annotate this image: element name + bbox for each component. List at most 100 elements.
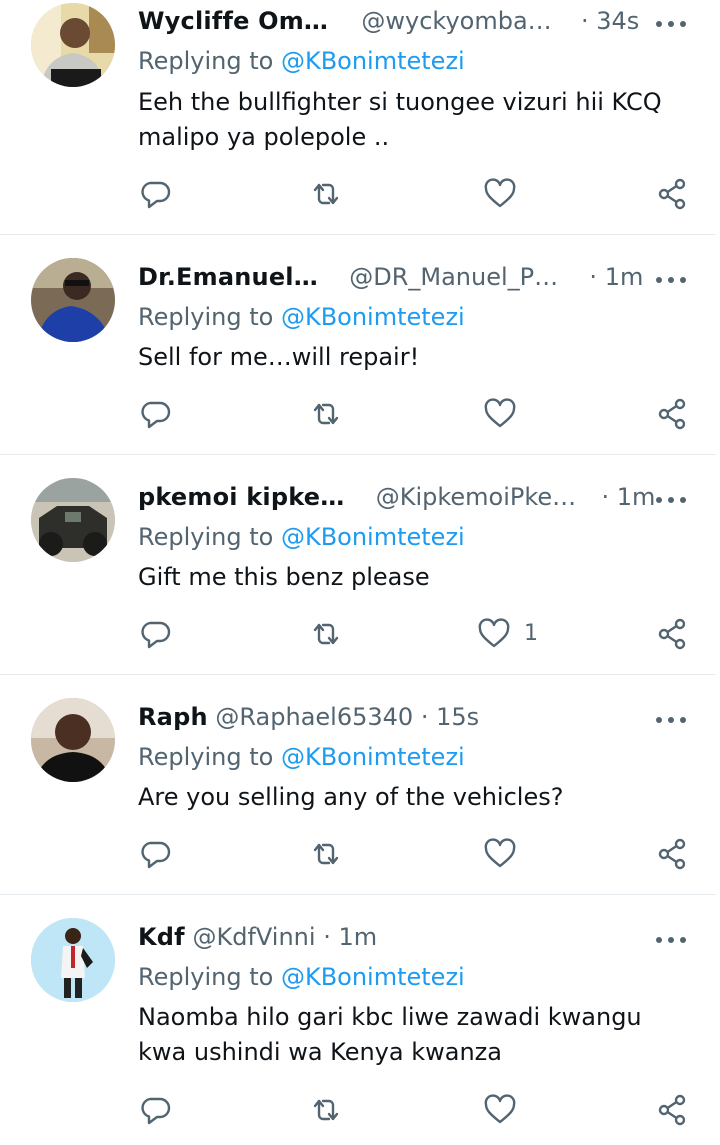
tweet-actions: 1 (0, 614, 720, 654)
heart-icon (478, 618, 510, 648)
retweet-button[interactable] (306, 834, 346, 874)
tweet-header: pkemoi kipke… @KipkemoiPke… · 1m (138, 481, 655, 513)
reply-button[interactable] (135, 614, 175, 654)
retweet-button[interactable] (306, 1090, 346, 1130)
replying-label: Replying to (138, 47, 274, 75)
avatar-image (31, 478, 115, 562)
avatar[interactable] (31, 478, 115, 562)
tweet-actions (0, 1090, 720, 1130)
timestamp[interactable]: 1m (605, 263, 644, 291)
avatar-image (31, 3, 115, 87)
tweet-text-line: Naomba hilo gari kbc liwe zawadi kwangu (138, 1003, 642, 1031)
mention-link[interactable]: @KBonimtetezi (281, 523, 465, 551)
share-icon (658, 838, 686, 870)
display-name[interactable]: Raph (138, 703, 208, 731)
tweet-text-line: Eeh the bullfighter si tuongee vizuri hi… (138, 88, 662, 116)
display-name[interactable]: Kdf (138, 923, 185, 951)
share-button[interactable] (652, 614, 692, 654)
heart-icon (484, 178, 516, 208)
like-button[interactable] (474, 614, 514, 654)
share-icon (658, 398, 686, 430)
more-options-icon[interactable] (654, 15, 688, 27)
replying-to: Replying to @KBonimtetezi (138, 741, 465, 773)
mention-link[interactable]: @KBonimtetezi (281, 743, 465, 771)
retweet-icon (313, 623, 339, 645)
avatar[interactable] (31, 3, 115, 87)
retweet-button[interactable] (306, 174, 346, 214)
tweet-actions (0, 394, 720, 434)
divider (0, 674, 716, 675)
like-button[interactable] (480, 174, 520, 214)
like-button[interactable] (480, 394, 520, 434)
user-handle[interactable]: @wyckyomba… (361, 7, 551, 35)
reply-button[interactable] (135, 1090, 175, 1130)
more-options-icon[interactable] (654, 491, 688, 503)
separator-dot: · (580, 7, 589, 35)
heart-icon (484, 838, 516, 868)
tweet-header: Raph @Raphael65340 · 15s (138, 701, 479, 733)
like-count: 1 (524, 621, 538, 646)
replying-label: Replying to (138, 743, 274, 771)
tweet-actions (0, 834, 720, 874)
tweet-text: Are you selling any of the vehicles? (138, 780, 698, 815)
tweet-text-line: kwa ushindi wa Kenya kwanza (138, 1038, 502, 1066)
retweet-icon (313, 843, 339, 865)
separator-dot: · (601, 483, 610, 511)
reply-icon (141, 401, 171, 429)
user-handle[interactable]: @Raphael65340 (215, 703, 413, 731)
timestamp[interactable]: 34s (596, 7, 639, 35)
like-button[interactable] (480, 1090, 520, 1130)
avatar[interactable] (31, 918, 115, 1002)
share-button[interactable] (652, 834, 692, 874)
reply-icon (141, 1097, 171, 1125)
divider (0, 894, 716, 895)
tweet-text-line: Are you selling any of the vehicles? (138, 783, 564, 811)
mention-link[interactable]: @KBonimtetezi (281, 303, 465, 331)
user-handle[interactable]: @KdfVinni (192, 923, 315, 951)
user-handle[interactable]: @DR_Manuel_P… (349, 263, 558, 291)
separator-dot: · (589, 263, 598, 291)
replying-to: Replying to @KBonimtetezi (138, 521, 465, 553)
tweet-text-line: Gift me this benz please (138, 563, 430, 591)
reply-icon (141, 621, 171, 649)
reply-button[interactable] (135, 834, 175, 874)
user-handle[interactable]: @KipkemoiPke… (376, 483, 576, 511)
share-button[interactable] (652, 174, 692, 214)
tweet-header: Kdf @KdfVinni · 1m (138, 921, 377, 953)
display-name[interactable]: Wycliffe Om… (138, 7, 328, 35)
tweet-text-line: malipo ya polepole .. (138, 123, 390, 151)
reply-button[interactable] (135, 174, 175, 214)
tweet-header: Dr.Emanuel… @DR_Manuel_P… · 1m (138, 261, 643, 293)
share-button[interactable] (652, 394, 692, 434)
share-button[interactable] (652, 1090, 692, 1130)
tweet-text: Sell for me…will repair! (138, 340, 698, 375)
mention-link[interactable]: @KBonimtetezi (281, 963, 465, 991)
avatar[interactable] (31, 698, 115, 782)
retweet-button[interactable] (306, 394, 346, 434)
reply-button[interactable] (135, 394, 175, 434)
retweet-icon (313, 403, 339, 425)
tweet-text: Gift me this benz please (138, 560, 698, 595)
divider (0, 234, 716, 235)
avatar[interactable] (31, 258, 115, 342)
more-options-icon[interactable] (654, 271, 688, 283)
timestamp[interactable]: 15s (436, 703, 479, 731)
avatar-image (31, 698, 115, 782)
replying-to: Replying to @KBonimtetezi (138, 961, 465, 993)
timestamp[interactable]: 1m (617, 483, 656, 511)
tweet-text: Naomba hilo gari kbc liwe zawadi kwangu … (138, 1000, 698, 1070)
mention-link[interactable]: @KBonimtetezi (281, 47, 465, 75)
display-name[interactable]: Dr.Emanuel… (138, 263, 318, 291)
replying-to: Replying to @KBonimtetezi (138, 45, 465, 77)
more-options-icon[interactable] (654, 711, 688, 723)
divider (0, 454, 716, 455)
reply-icon (141, 841, 171, 869)
retweet-button[interactable] (306, 614, 346, 654)
like-button[interactable] (480, 834, 520, 874)
avatar-image (31, 258, 115, 342)
share-icon (658, 178, 686, 210)
timestamp[interactable]: 1m (338, 923, 377, 951)
more-options-icon[interactable] (654, 931, 688, 943)
display-name[interactable]: pkemoi kipke… (138, 483, 344, 511)
replying-label: Replying to (138, 303, 274, 331)
